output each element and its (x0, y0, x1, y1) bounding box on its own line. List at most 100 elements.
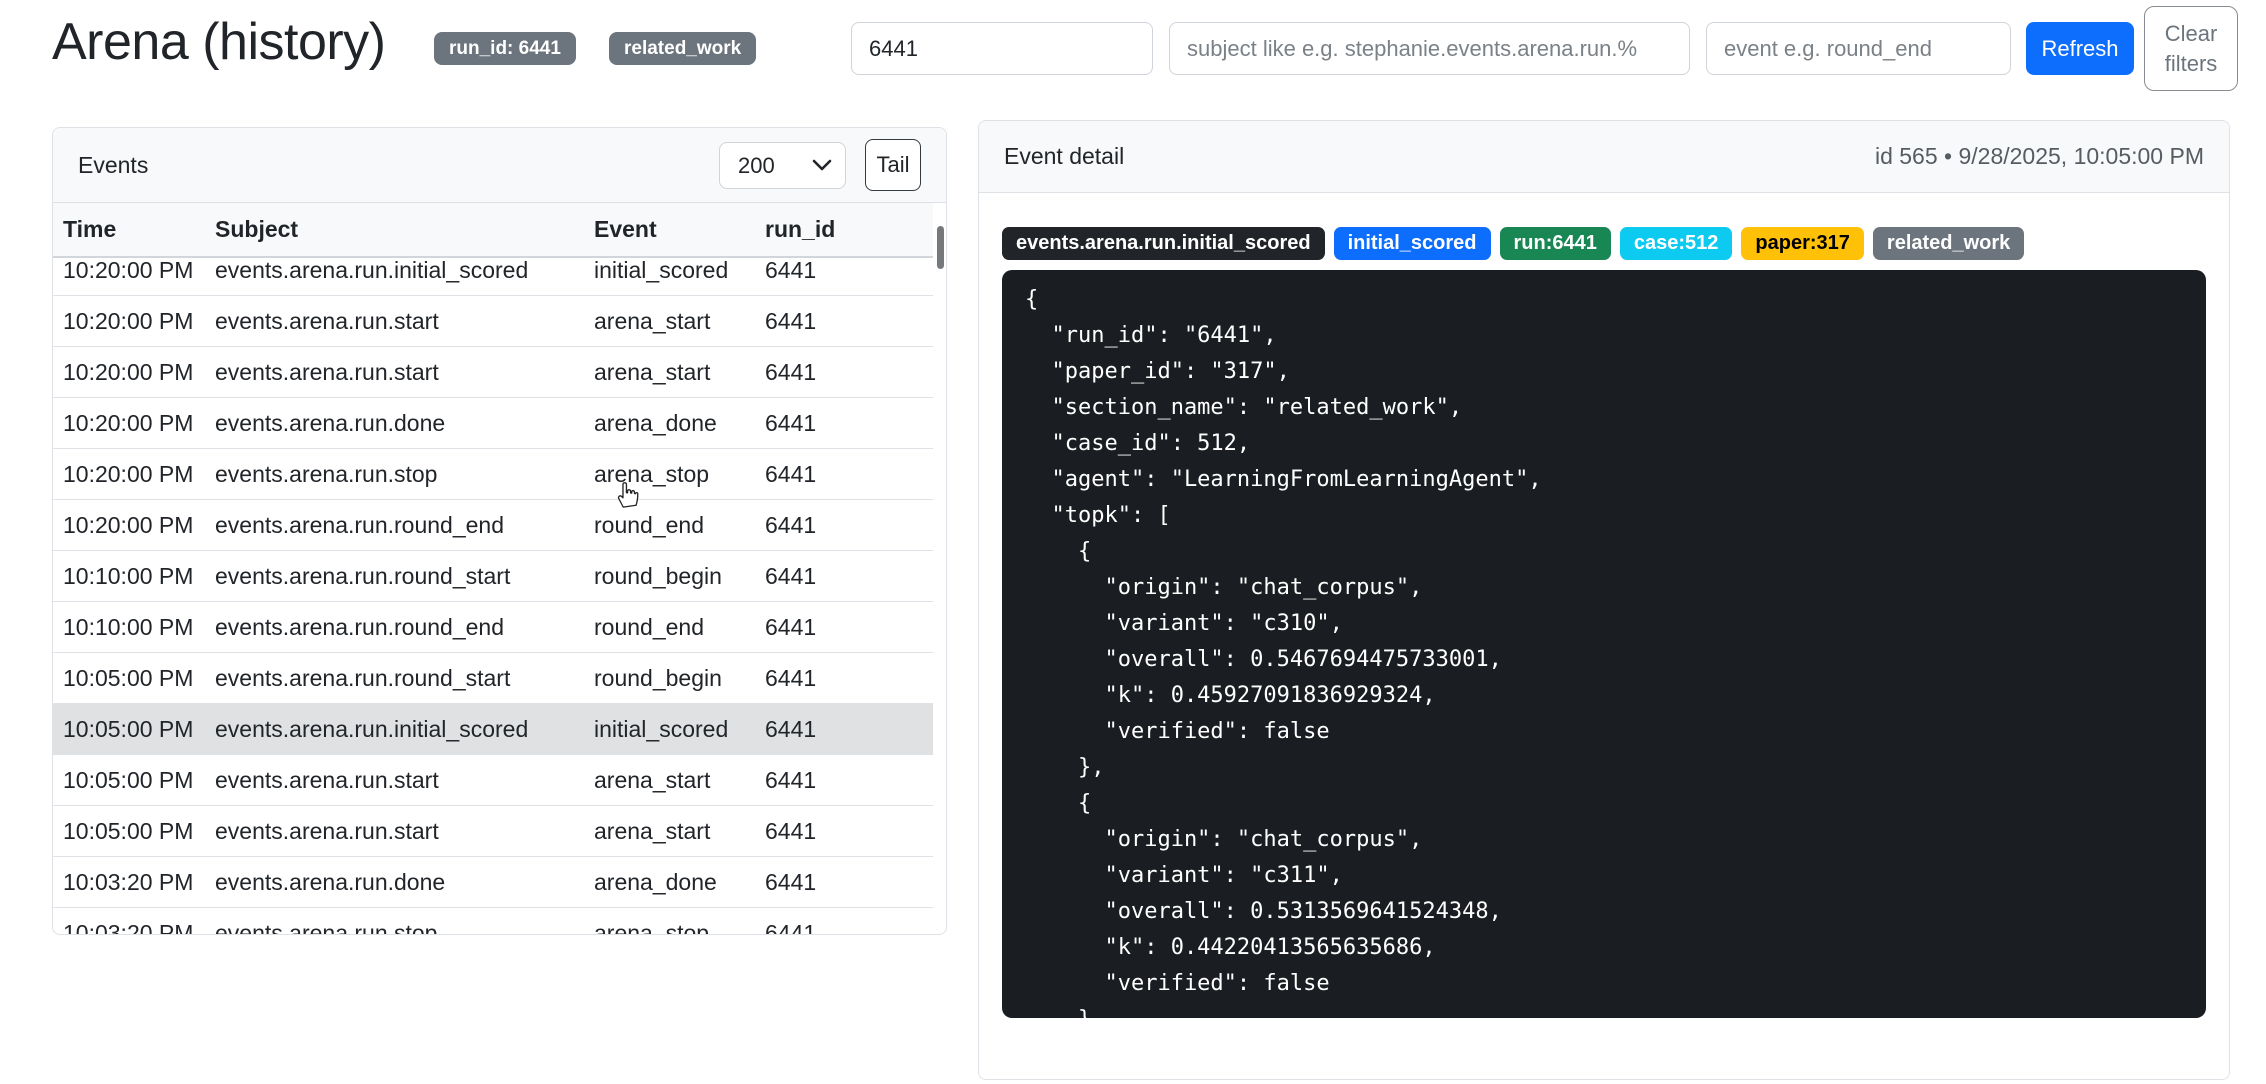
cell-event: arena_stop (594, 460, 710, 487)
cell-subject: events.arena.run.initial_scored (215, 258, 529, 283)
cell-run: 6441 (765, 715, 817, 742)
event-filter-input[interactable] (1706, 22, 2011, 75)
events-panel-header: Events 200 Tail (53, 128, 946, 203)
cell-event: round_end (594, 511, 704, 538)
event-detail-meta: id 565 • 9/28/2025, 10:05:00 PM (1874, 143, 2204, 169)
table-row[interactable]: 10:20:00 PM events.arena.run.start arena_s… (53, 346, 933, 397)
cell-run: 6441 (765, 358, 817, 385)
cell-subject: events.arena.run.round_end (215, 613, 504, 640)
cell-subject: events.arena.run.stop (215, 919, 438, 935)
table-row[interactable]: 10:03:20 PM events.arena.run.stop arena_st… (53, 907, 933, 935)
cell-time: 10:20:00 PM (63, 307, 194, 334)
cell-subject: events.arena.run.done (215, 409, 446, 436)
column-header-event: Event (594, 216, 657, 242)
cell-time: 10:03:20 PM (63, 868, 194, 895)
table-row[interactable]: 10:20:00 PM events.arena.run.done arena_do… (53, 397, 933, 448)
events-table-body: 10:20:00 PM events.arena.run.initial_scor… (53, 258, 933, 935)
cell-subject: events.arena.run.initial_scored (215, 715, 529, 742)
cell-subject: events.arena.run.round_end (215, 511, 504, 538)
event-detail-panel: Event detail id 565 • 9/28/2025, 10:05:0… (978, 120, 2230, 1080)
cell-event: initial_scored (594, 258, 729, 283)
table-row[interactable]: 10:20:00 PM events.arena.run.initial_scor… (53, 258, 933, 295)
cell-run: 6441 (765, 919, 817, 935)
events-panel: Events 200 Tail Time Subject Event run_i… (52, 127, 947, 935)
cell-run: 6441 (765, 868, 817, 895)
detail-badge: run:6441 (1499, 227, 1611, 260)
table-row[interactable]: 10:03:20 PM events.arena.run.done arena_do… (53, 856, 933, 907)
cell-run: 6441 (765, 409, 817, 436)
table-row[interactable]: 10:05:00 PM events.arena.run.start arena_s… (53, 805, 933, 856)
event-detail-body: events.arena.run.initial_scored initial_s… (979, 193, 2229, 1018)
cell-event: arena_start (594, 358, 711, 385)
cell-time: 10:20:00 PM (63, 511, 194, 538)
filter-badge-run-id: run_id: 6441 (434, 32, 576, 65)
cell-subject: events.arena.run.done (215, 868, 446, 895)
table-row[interactable]: 10:05:00 PM events.arena.run.start arena_s… (53, 754, 933, 805)
events-scrollbar-thumb[interactable] (937, 226, 944, 269)
cell-time: 10:20:00 PM (63, 409, 194, 436)
cell-subject: events.arena.run.start (215, 307, 439, 334)
column-header-time: Time (63, 216, 117, 242)
filter-badge-section: related_work (609, 32, 757, 65)
detail-badge: related_work (1872, 227, 2025, 260)
cell-time: 10:20:00 PM (63, 258, 194, 283)
cell-run: 6441 (765, 664, 817, 691)
event-detail-title: Event detail (1004, 143, 1125, 169)
cell-event: arena_start (594, 766, 711, 793)
cell-event: round_begin (594, 664, 722, 691)
column-header-run-id: run_id (765, 216, 836, 242)
event-detail-header: Event detail id 565 • 9/28/2025, 10:05:0… (979, 121, 2229, 193)
cell-event: arena_stop (594, 919, 710, 935)
cell-event: arena_start (594, 307, 711, 334)
table-row[interactable]: 10:20:00 PM events.arena.run.round_end rou… (53, 499, 933, 550)
cell-subject: events.arena.run.start (215, 817, 439, 844)
event-json-viewer[interactable]: { "run_id": "6441", "paper_id": "317", "… (1002, 270, 2206, 1018)
cell-time: 10:05:00 PM (63, 766, 194, 793)
cell-event: arena_done (594, 409, 717, 436)
events-table-header: Time Subject Event run_id (53, 203, 933, 258)
events-panel-title: Events (78, 151, 149, 178)
cell-time: 10:03:20 PM (63, 919, 194, 935)
limit-select[interactable]: 200 (719, 141, 846, 189)
cell-run: 6441 (765, 613, 817, 640)
detail-badge: events.arena.run.initial_scored (1002, 227, 1325, 260)
table-row[interactable]: 10:20:00 PM events.arena.run.start arena_s… (53, 295, 933, 346)
run-id-input[interactable] (851, 22, 1153, 75)
cell-event: initial_scored (594, 715, 729, 742)
cell-subject: events.arena.run.round_start (215, 664, 511, 691)
column-header-subject: Subject (215, 216, 299, 242)
cell-subject: events.arena.run.stop (215, 460, 438, 487)
cell-run: 6441 (765, 511, 817, 538)
cell-time: 10:20:00 PM (63, 358, 194, 385)
cell-time: 10:10:00 PM (63, 613, 194, 640)
cell-time: 10:05:00 PM (63, 817, 194, 844)
table-row[interactable]: 10:05:00 PM events.arena.run.round_start r… (53, 652, 933, 703)
cell-time: 10:05:00 PM (63, 664, 194, 691)
cell-run: 6441 (765, 307, 817, 334)
detail-badge: initial_scored (1333, 227, 1491, 260)
cell-event: arena_start (594, 817, 711, 844)
limit-select-wrap: 200 (719, 141, 846, 189)
detail-badge: paper:317 (1741, 227, 1864, 260)
tail-button[interactable]: Tail (865, 139, 921, 191)
detail-badge: case:512 (1619, 227, 1733, 260)
cell-time: 10:20:00 PM (63, 460, 194, 487)
table-row[interactable]: 10:10:00 PM events.arena.run.round_start r… (53, 550, 933, 601)
cell-subject: events.arena.run.round_start (215, 562, 511, 589)
clear-filters-button[interactable]: Clear filters (2144, 6, 2238, 91)
cell-event: round_begin (594, 562, 722, 589)
cell-subject: events.arena.run.start (215, 766, 439, 793)
cell-run: 6441 (765, 766, 817, 793)
subject-filter-input[interactable] (1169, 22, 1690, 75)
cell-time: 10:10:00 PM (63, 562, 194, 589)
table-row[interactable]: 10:05:00 PM events.arena.run.initial_scor… (53, 703, 933, 754)
cell-event: arena_done (594, 868, 717, 895)
events-table: Time Subject Event run_id 10:20:00 PM eve… (53, 203, 933, 935)
cell-run: 6441 (765, 562, 817, 589)
cell-run: 6441 (765, 460, 817, 487)
table-row[interactable]: 10:20:00 PM events.arena.run.stop arena_st… (53, 448, 933, 499)
refresh-button[interactable]: Refresh (2026, 22, 2134, 75)
cell-subject: events.arena.run.start (215, 358, 439, 385)
table-row[interactable]: 10:10:00 PM events.arena.run.round_end rou… (53, 601, 933, 652)
cell-run: 6441 (765, 817, 817, 844)
